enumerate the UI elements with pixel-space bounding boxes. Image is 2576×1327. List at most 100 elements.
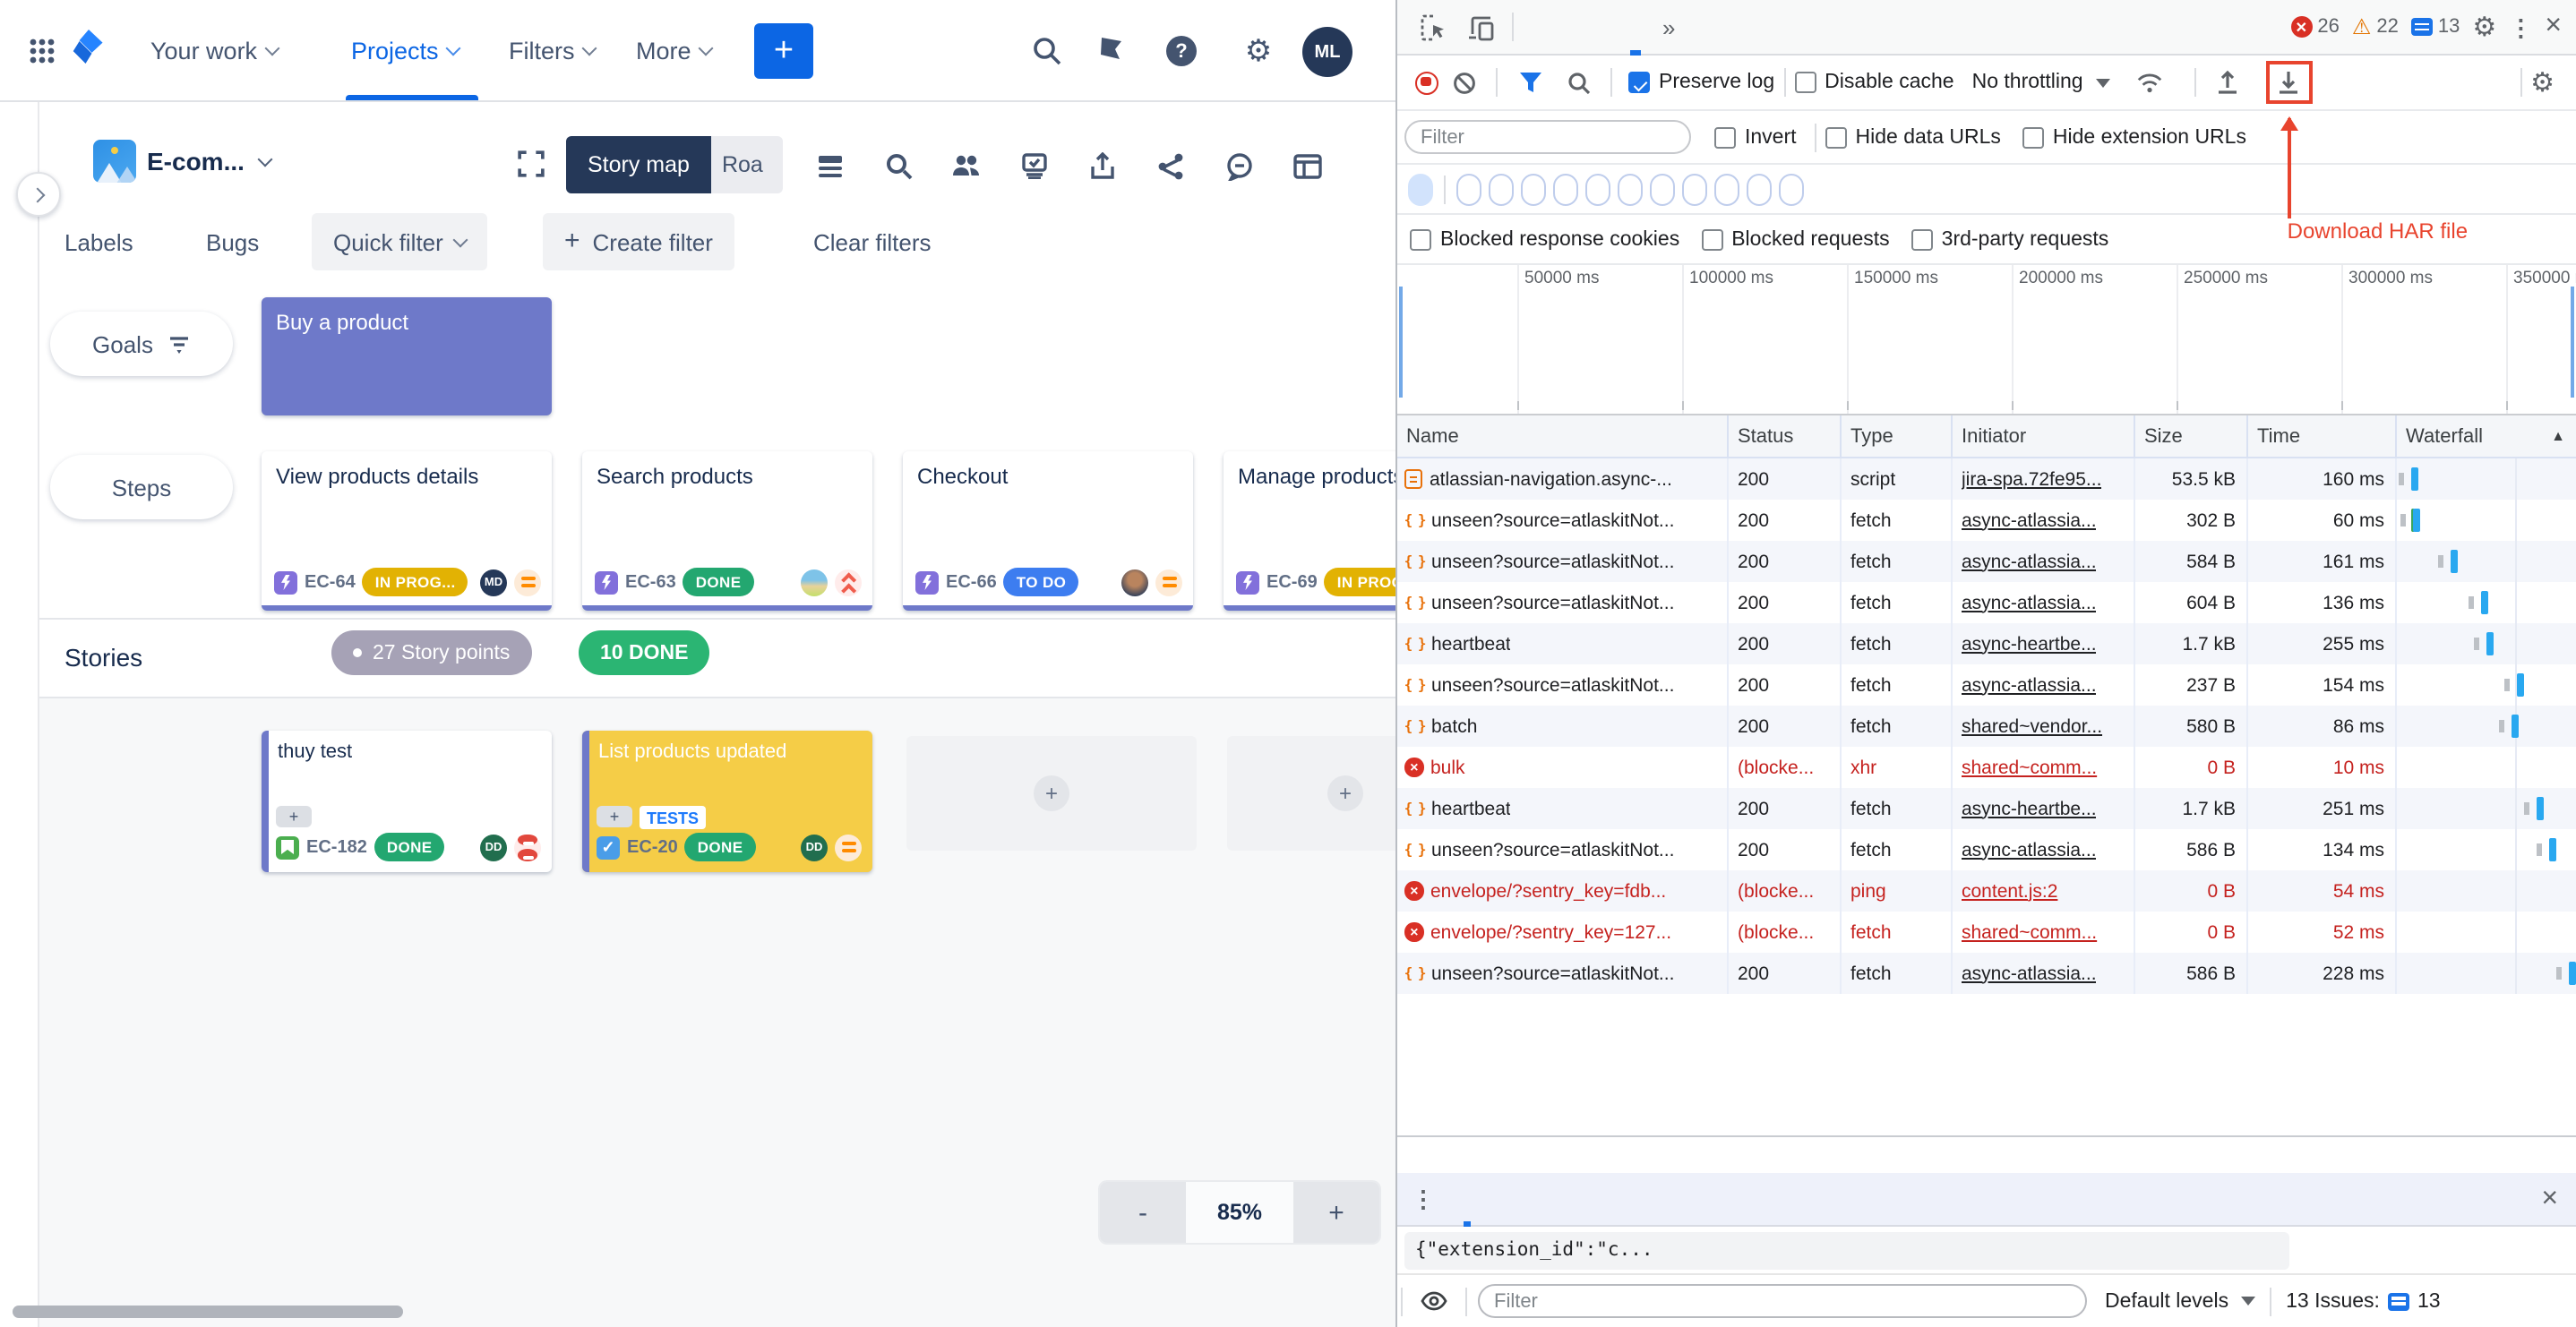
live-expression-eye-icon[interactable]: [1406, 1291, 1462, 1311]
request-type-chip[interactable]: [1747, 173, 1772, 205]
step-card[interactable]: Search products EC-63 DONE: [582, 451, 872, 611]
warning-badge[interactable]: ⚠22: [2352, 16, 2399, 38]
clear-filters-link[interactable]: Clear filters: [813, 229, 932, 256]
drawer-tab[interactable]: [1449, 1172, 1485, 1226]
screen-check-icon[interactable]: [1019, 150, 1050, 181]
import-har-icon[interactable]: [2214, 68, 2243, 97]
add-label-chip[interactable]: +: [597, 806, 632, 827]
status-badge[interactable]: DONE: [374, 833, 445, 861]
record-network-log-icon[interactable]: [1415, 71, 1438, 94]
story-card[interactable]: List products updated + TESTS ✓ EC-20 DO…: [582, 731, 872, 872]
assignee-avatar[interactable]: [1121, 569, 1148, 595]
status-badge[interactable]: DONE: [685, 833, 756, 861]
add-story-ghost-card[interactable]: +: [906, 736, 1197, 851]
network-request-row[interactable]: envelope/?sentry_key=fdb... (blocke... p…: [1397, 870, 2576, 912]
export-icon[interactable]: [1087, 150, 1118, 181]
filter-bugs[interactable]: Bugs: [206, 229, 259, 256]
tab-story-map[interactable]: Story map: [566, 136, 711, 193]
nav-projects[interactable]: Projects: [351, 0, 459, 102]
request-type-chip[interactable]: [1779, 173, 1804, 205]
network-request-row[interactable]: unseen?source=atlaskitNot... 200 fetch a…: [1397, 829, 2576, 870]
request-type-chip[interactable]: [1456, 173, 1481, 205]
network-request-row[interactable]: atlassian-navigation.async-... 200 scrip…: [1397, 458, 2576, 500]
kebab-menu-icon[interactable]: ⋮: [2509, 15, 2532, 39]
share-icon[interactable]: [1155, 150, 1186, 181]
request-initiator[interactable]: shared~comm...: [1962, 757, 2097, 778]
request-initiator[interactable]: async-atlassia...: [1962, 963, 2097, 984]
request-filter-checkbox[interactable]: 3rd-party requests: [1911, 228, 2109, 250]
step-card[interactable]: Checkout EC-66 TO DO: [903, 451, 1193, 611]
detail-view-icon[interactable]: [815, 150, 846, 181]
board-view-icon[interactable]: [1292, 150, 1322, 181]
network-request-row[interactable]: unseen?source=atlaskitNot... 200 fetch a…: [1397, 500, 2576, 541]
nav-more[interactable]: More: [636, 0, 711, 102]
request-initiator[interactable]: jira-spa.72fe95...: [1962, 468, 2101, 490]
devtools-tab[interactable]: [1587, 0, 1619, 55]
user-avatar[interactable]: ML: [1302, 27, 1352, 77]
people-icon[interactable]: [951, 150, 982, 181]
disable-cache-checkbox[interactable]: Disable cache: [1794, 72, 1953, 93]
invert-checkbox[interactable]: Invert: [1714, 126, 1797, 148]
request-type-chip[interactable]: [1521, 173, 1546, 205]
network-request-row[interactable]: unseen?source=atlaskitNot... 200 fetch a…: [1397, 582, 2576, 623]
throttling-dropdown[interactable]: No throttling: [1972, 72, 2110, 93]
quick-filter-button[interactable]: Quick filter: [312, 213, 488, 270]
story-card[interactable]: thuy test + EC-182 DONE DD: [262, 731, 552, 872]
status-badge[interactable]: IN PROG...: [1325, 568, 1395, 596]
settings-gear-icon[interactable]: ⚙: [1241, 34, 1275, 68]
hide-data-urls-checkbox[interactable]: Hide data URLs: [1825, 126, 2001, 148]
drawer-tab[interactable]: [1485, 1172, 1521, 1226]
console-filter-input[interactable]: [1478, 1284, 2087, 1318]
comment-icon[interactable]: [1224, 150, 1254, 181]
project-name[interactable]: E-com...: [147, 147, 271, 176]
request-initiator[interactable]: async-atlassia...: [1962, 839, 2097, 860]
network-request-row[interactable]: unseen?source=atlaskitNot... 200 fetch a…: [1397, 541, 2576, 582]
assignee-avatar[interactable]: MD: [480, 569, 507, 595]
tab-roadmap[interactable]: Roa: [711, 136, 783, 193]
request-initiator[interactable]: async-heartbe...: [1962, 798, 2097, 819]
step-card[interactable]: View products details EC-64 IN PROG... M…: [262, 451, 552, 611]
filter-labels[interactable]: Labels: [64, 229, 133, 256]
hide-extension-urls-checkbox[interactable]: Hide extension URLs: [2022, 126, 2246, 148]
column-header[interactable]: Time: [2248, 415, 2397, 457]
network-filter-input[interactable]: [1404, 120, 1691, 154]
default-levels-dropdown[interactable]: Default levels: [2105, 1290, 2255, 1312]
zoom-out-button[interactable]: -: [1100, 1182, 1186, 1243]
network-request-row[interactable]: heartbeat 200 fetch async-heartbe... 1.7…: [1397, 788, 2576, 829]
request-type-chip[interactable]: [1714, 173, 1739, 205]
help-icon[interactable]: ?: [1164, 34, 1198, 68]
request-type-chip[interactable]: [1618, 173, 1643, 205]
nav-filters[interactable]: Filters: [509, 0, 595, 102]
add-story-ghost-card[interactable]: +: [1227, 736, 1395, 851]
request-initiator[interactable]: content.js:2: [1962, 880, 2057, 902]
step-card[interactable]: Manage products EC-69 IN PROG...: [1224, 451, 1395, 611]
request-filter-checkbox[interactable]: Blocked requests: [1701, 228, 1889, 250]
console-message[interactable]: {"extension_id":"c...: [1404, 1231, 2289, 1269]
issues-count-label[interactable]: 13 Issues:: [2286, 1290, 2380, 1312]
request-initiator[interactable]: async-atlassia...: [1962, 674, 2097, 696]
create-filter-button[interactable]: +Create filter: [543, 213, 734, 270]
jira-logo[interactable]: [72, 29, 106, 63]
column-header[interactable]: Type: [1842, 415, 1953, 457]
network-settings-gear-icon[interactable]: ⚙: [2530, 69, 2555, 96]
horizontal-scrollbar[interactable]: [13, 1306, 403, 1318]
device-toolbar-icon[interactable]: [1465, 13, 1494, 41]
add-label-chip[interactable]: +: [276, 806, 312, 827]
close-drawer-icon[interactable]: ×: [2541, 1185, 2576, 1213]
request-initiator[interactable]: async-heartbe...: [1962, 633, 2097, 655]
goals-row-pill[interactable]: Goals: [50, 312, 233, 376]
assignee-avatar[interactable]: DD: [480, 834, 507, 860]
status-badge[interactable]: DONE: [683, 568, 754, 596]
column-header[interactable]: Status: [1729, 415, 1842, 457]
filter-funnel-icon[interactable]: [1516, 68, 1544, 97]
devtools-tab[interactable]: [1523, 0, 1555, 55]
network-request-row[interactable]: unseen?source=atlaskitNot... 200 fetch a…: [1397, 664, 2576, 706]
zoom-in-button[interactable]: +: [1293, 1182, 1379, 1243]
app-switcher-icon[interactable]: [25, 34, 59, 68]
network-request-row[interactable]: batch 200 fetch shared~vendor... 580 B 8…: [1397, 706, 2576, 747]
error-badge[interactable]: ✕26: [2290, 16, 2340, 38]
export-har-icon[interactable]: [2275, 68, 2304, 97]
search-icon[interactable]: [1030, 34, 1064, 68]
inspect-element-icon[interactable]: [1419, 13, 1447, 41]
nav-your-work[interactable]: Your work: [150, 0, 277, 102]
